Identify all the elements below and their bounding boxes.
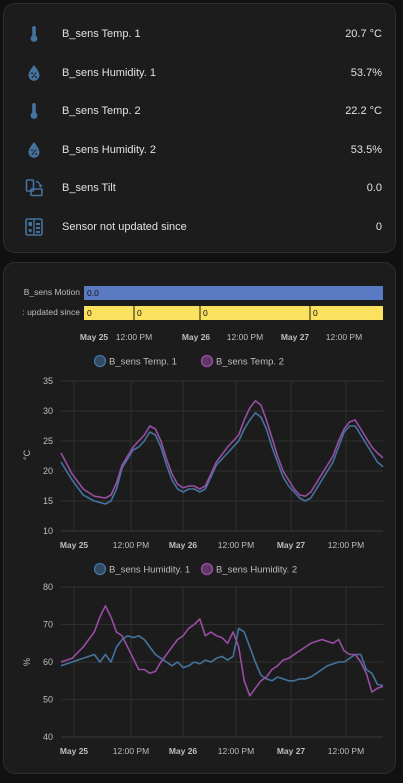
entity-row[interactable]: Sensor not updated since 0 xyxy=(4,208,395,246)
thermometer-icon xyxy=(24,24,44,44)
y-tick-label: 40 xyxy=(43,732,53,742)
x-tick-label: 12:00 PM xyxy=(113,540,149,550)
x-tick-label: 12:00 PM xyxy=(328,746,364,756)
phone-rotate-icon xyxy=(24,178,44,198)
entity-label: B_sens Tilt xyxy=(62,182,116,194)
legend-label: B_sens Temp. 1 xyxy=(109,357,177,368)
entity-row[interactable]: B_sens Tilt 0.0 xyxy=(4,169,395,207)
x-tick-label: 12:00 PM xyxy=(218,540,254,550)
entities-card: B_sens Temp. 1 20.7 °C B_sens Humidity. 1 5… xyxy=(3,3,396,253)
entity-value: 53.5% xyxy=(350,143,382,156)
thermometer-icon xyxy=(24,101,44,121)
entity-value: 22.2 °C xyxy=(345,105,382,117)
legend-label: B_sens Humidity. 2 xyxy=(216,565,297,576)
legend-swatch xyxy=(93,354,107,368)
timeline-x-tick: May 26 xyxy=(182,332,211,342)
x-tick-label: May 26 xyxy=(169,540,198,550)
y-tick-label: 15 xyxy=(43,496,53,506)
entity-label: B_sens Humidity. 1 xyxy=(62,66,156,79)
entity-value: 53.7% xyxy=(350,66,382,79)
legend-swatch xyxy=(200,354,214,368)
y-tick-label: 50 xyxy=(43,695,53,705)
water-percent-icon xyxy=(24,140,44,160)
timeline-segment-label: 0 xyxy=(137,308,142,318)
series-line xyxy=(60,605,384,697)
water-percent-icon xyxy=(24,63,44,83)
entity-label: B_sens Temp. 1 xyxy=(62,28,141,40)
x-tick-label: May 25 xyxy=(60,540,89,550)
entity-value: 0.0 xyxy=(366,182,382,194)
entity-value: 0 xyxy=(375,220,382,233)
series-line xyxy=(60,400,384,499)
x-tick-label: May 27 xyxy=(277,540,306,550)
timeline-segment-label: 0 xyxy=(203,308,208,318)
entity-label: Sensor not updated since xyxy=(62,220,187,233)
y-tick-label: 35 xyxy=(43,376,53,386)
history-card: B_sens Motion 0.0 : updated since 0 0 0 0 May 2… xyxy=(3,262,396,774)
timeline-row-label: B_sens Motion xyxy=(24,287,80,297)
x-tick-label: May 25 xyxy=(60,746,89,756)
x-tick-label: May 26 xyxy=(169,746,198,756)
entity-row[interactable]: B_sens Humidity. 1 53.7% xyxy=(4,54,395,92)
timeline-x-tick: May 27 xyxy=(281,332,310,342)
entity-value: 20.7 °C xyxy=(345,28,382,40)
timeline-bar xyxy=(84,286,383,300)
y-axis-label: °C xyxy=(22,449,32,460)
y-axis-label: % xyxy=(22,658,32,666)
timeline-x-tick: 12:00 PM xyxy=(326,332,362,342)
entity-label: B_sens Humidity. 2 xyxy=(62,143,156,156)
entity-row[interactable]: B_sens Temp. 1 20.7 °C xyxy=(4,15,395,53)
timeline-segment-label: 0 xyxy=(87,308,92,318)
legend-swatch xyxy=(93,562,107,576)
series-line xyxy=(60,412,384,505)
timeline-x-tick: 12:00 PM xyxy=(116,332,152,342)
x-tick-label: 12:00 PM xyxy=(218,746,254,756)
entity-row[interactable]: B_sens Temp. 2 22.2 °C xyxy=(4,92,395,130)
entity-label: B_sens Temp. 2 xyxy=(62,105,141,117)
timeline-x-tick: May 25 xyxy=(80,332,109,342)
y-tick-label: 80 xyxy=(43,582,53,592)
legend-label: B_sens Humidity. 1 xyxy=(109,565,190,576)
x-tick-label: 12:00 PM xyxy=(328,540,364,550)
y-tick-label: 70 xyxy=(43,620,53,630)
x-tick-label: 12:00 PM xyxy=(113,746,149,756)
timeline-segment-label: 0.0 xyxy=(87,288,99,298)
history-graphs: B_sens Motion 0.0 : updated since 0 0 0 0 May 2… xyxy=(22,286,384,756)
y-tick-label: 25 xyxy=(43,436,53,446)
legend-label: B_sens Temp. 2 xyxy=(216,357,284,368)
timeline-row-label: : updated since xyxy=(22,307,80,317)
motion-sensor-icon xyxy=(24,217,44,237)
y-tick-label: 20 xyxy=(43,466,53,476)
y-tick-label: 10 xyxy=(43,526,53,536)
timeline-segment-label: 0 xyxy=(313,308,318,318)
x-tick-label: May 27 xyxy=(277,746,306,756)
y-tick-label: 60 xyxy=(43,657,53,667)
timeline-x-tick: 12:00 PM xyxy=(227,332,263,342)
entity-row[interactable]: B_sens Humidity. 2 53.5% xyxy=(4,131,395,169)
legend-swatch xyxy=(200,562,214,576)
y-tick-label: 30 xyxy=(43,406,53,416)
timeline-bar xyxy=(84,306,383,320)
